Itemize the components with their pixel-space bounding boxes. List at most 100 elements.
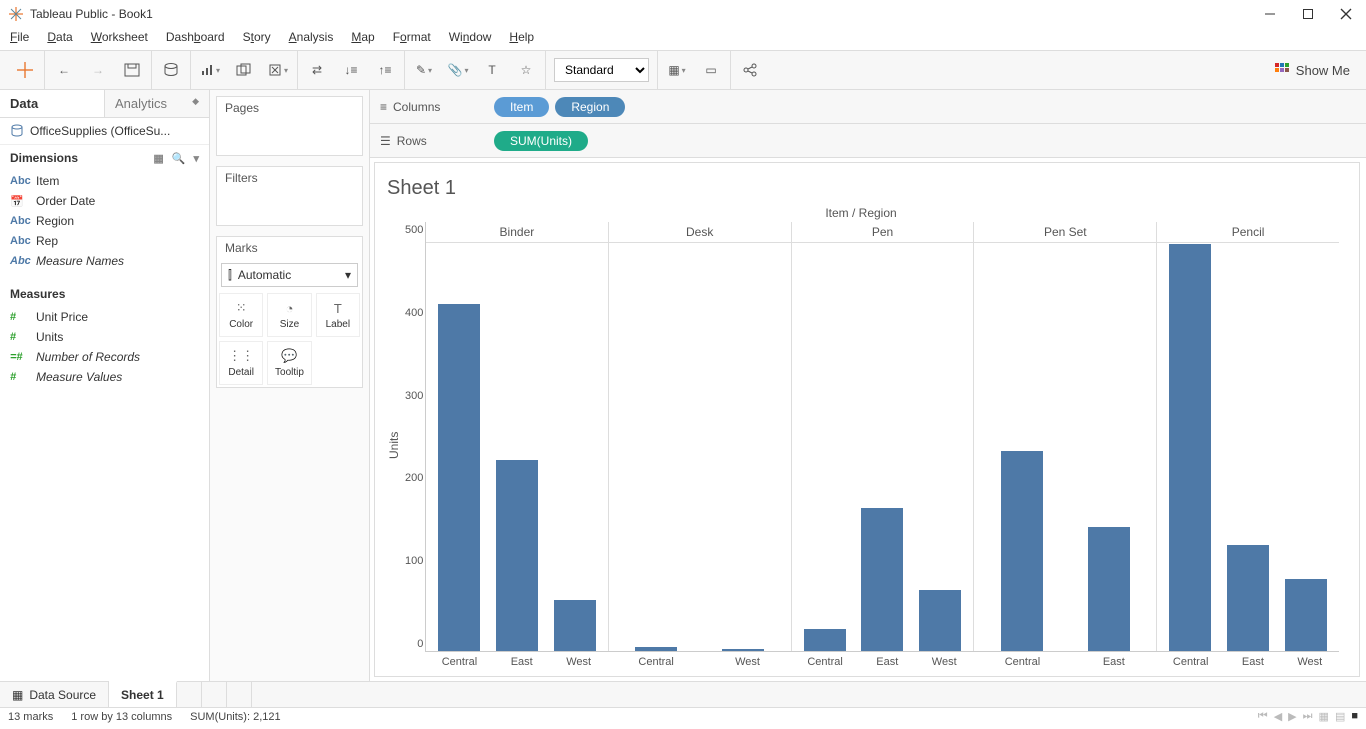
sort-desc-button[interactable]: ↑≡: [374, 59, 396, 81]
highlight-button[interactable]: ✎: [413, 59, 435, 81]
menu-map[interactable]: Map: [351, 30, 374, 44]
new-worksheet-button[interactable]: [199, 59, 221, 81]
swap-button[interactable]: ⇄: [306, 59, 328, 81]
view-list-icon[interactable]: ▤: [1335, 710, 1345, 723]
marks-size[interactable]: ◔Size: [267, 293, 311, 337]
new-worksheet-tab[interactable]: [177, 682, 202, 707]
clear-button[interactable]: [267, 59, 289, 81]
labels-button[interactable]: T: [481, 59, 503, 81]
view-full-icon[interactable]: ■: [1351, 710, 1358, 723]
nav-last[interactable]: ⏭: [1303, 710, 1313, 723]
new-datasource-button[interactable]: [160, 59, 182, 81]
field-order-date[interactable]: 📅Order Date: [0, 191, 209, 211]
nav-prev[interactable]: ◀: [1274, 710, 1282, 723]
menu-caret-icon[interactable]: ▾: [193, 152, 199, 165]
menu-story[interactable]: Story: [243, 30, 271, 44]
presentation-button[interactable]: ▭: [700, 59, 722, 81]
bar-pencil-west[interactable]: [1285, 579, 1327, 651]
view-as-icon[interactable]: ▦: [153, 152, 163, 165]
undo-button[interactable]: ←: [53, 59, 75, 81]
fit-select[interactable]: Standard: [554, 58, 649, 82]
marks-tooltip[interactable]: 💬Tooltip: [267, 341, 311, 385]
tab-analytics[interactable]: Analytics◆: [104, 90, 209, 117]
share-button[interactable]: [739, 59, 761, 81]
pill-region[interactable]: Region: [555, 97, 625, 117]
bar-binder-east[interactable]: [496, 460, 538, 651]
status-sum: SUM(Units): 2,121: [190, 711, 280, 723]
sheet-title[interactable]: Sheet 1: [383, 177, 1339, 200]
menu-worksheet[interactable]: Worksheet: [91, 30, 148, 44]
nav-first[interactable]: ⏮: [1258, 710, 1268, 723]
field-item[interactable]: AbcItem: [0, 171, 209, 191]
menu-analysis[interactable]: Analysis: [289, 30, 334, 44]
field-measure-values[interactable]: #Measure Values: [0, 367, 209, 387]
tab-data[interactable]: Data: [0, 90, 104, 117]
view-grid-icon[interactable]: ▦: [1319, 710, 1329, 723]
new-dashboard-tab[interactable]: [202, 682, 227, 707]
filters-card[interactable]: Filters: [216, 166, 363, 226]
new-story-tab[interactable]: [227, 682, 252, 707]
sort-asc-button[interactable]: ↓≡: [340, 59, 362, 81]
duplicate-button[interactable]: [233, 59, 255, 81]
type-icon: Abc: [10, 235, 28, 247]
field-region[interactable]: AbcRegion: [0, 211, 209, 231]
title-bar: Tableau Public - Book1: [0, 0, 1366, 28]
show-me-icon: [1274, 62, 1290, 78]
menu-data[interactable]: Data: [47, 30, 72, 44]
maximize-button[interactable]: [1300, 6, 1316, 22]
tab-sheet1[interactable]: Sheet 1: [109, 681, 177, 707]
bar-pen-set-east[interactable]: [1088, 527, 1130, 651]
bar-binder-west[interactable]: [554, 600, 596, 651]
pages-card[interactable]: Pages: [216, 96, 363, 156]
bar-pen-central[interactable]: [804, 629, 846, 651]
datasource-item[interactable]: OfficeSupplies (OfficeSu...: [0, 118, 209, 145]
mark-type-select[interactable]: ⫿Automatic▾: [221, 263, 358, 287]
columns-shelf[interactable]: ≡Columns Item Region: [370, 90, 1366, 124]
menu-help[interactable]: Help: [509, 30, 534, 44]
bar-desk-central[interactable]: [635, 647, 677, 651]
tab-data-source[interactable]: ▦Data Source: [0, 682, 109, 707]
bar-pen-east[interactable]: [861, 508, 903, 651]
close-button[interactable]: [1338, 6, 1354, 22]
field-rep[interactable]: AbcRep: [0, 231, 209, 251]
size-icon: ◔: [286, 301, 294, 316]
field-units[interactable]: #Units: [0, 327, 209, 347]
search-icon[interactable]: 🔍: [172, 152, 186, 165]
show-me-button[interactable]: Show Me: [1274, 62, 1360, 78]
bar-pen-set-central[interactable]: [1001, 451, 1043, 651]
marks-label[interactable]: TLabel: [316, 293, 360, 337]
type-icon: 📅: [10, 195, 28, 208]
bar-pen-west[interactable]: [919, 590, 961, 651]
chart: Sheet 1 Item / Region Units 500400300200…: [374, 162, 1360, 677]
plot-area[interactable]: BinderDeskPenPen SetPencil: [425, 222, 1339, 652]
bar-pencil-east[interactable]: [1227, 545, 1269, 651]
marks-detail[interactable]: ⋮⋮Detail: [219, 341, 263, 385]
pill-item[interactable]: Item: [494, 97, 549, 117]
rows-shelf[interactable]: ☰Rows SUM(Units): [370, 124, 1366, 158]
nav-next[interactable]: ▶: [1288, 710, 1296, 723]
menu-bar: File Data Worksheet Dashboard Story Anal…: [0, 28, 1366, 50]
menu-file[interactable]: File: [10, 30, 29, 44]
bar-binder-central[interactable]: [438, 304, 480, 651]
pin-button[interactable]: ☆: [515, 59, 537, 81]
attach-button[interactable]: 📎: [447, 59, 469, 81]
view-cards-button[interactable]: ▦: [666, 59, 688, 81]
status-bar: 13 marks 1 row by 13 columns SUM(Units):…: [0, 707, 1366, 725]
bar-desk-west[interactable]: [722, 649, 764, 651]
pill-sum-units[interactable]: SUM(Units): [494, 131, 588, 151]
field-number-of-records[interactable]: =#Number of Records: [0, 347, 209, 367]
field-unit-price[interactable]: #Unit Price: [0, 307, 209, 327]
marks-card: Marks ⫿Automatic▾ ⁙Color ◔Size TLabel ⋮⋮…: [216, 236, 363, 388]
menu-dashboard[interactable]: Dashboard: [166, 30, 225, 44]
tableau-logo-icon: [8, 6, 24, 22]
menu-window[interactable]: Window: [449, 30, 492, 44]
minimize-button[interactable]: [1262, 6, 1278, 22]
marks-color[interactable]: ⁙Color: [219, 293, 263, 337]
bar-pencil-central[interactable]: [1169, 244, 1211, 651]
tableau-icon[interactable]: [14, 59, 36, 81]
field-measure-names[interactable]: AbcMeasure Names: [0, 251, 209, 271]
save-button[interactable]: [121, 59, 143, 81]
redo-button[interactable]: →: [87, 59, 109, 81]
menu-format[interactable]: Format: [393, 30, 431, 44]
status-layout: 1 row by 13 columns: [71, 711, 172, 723]
